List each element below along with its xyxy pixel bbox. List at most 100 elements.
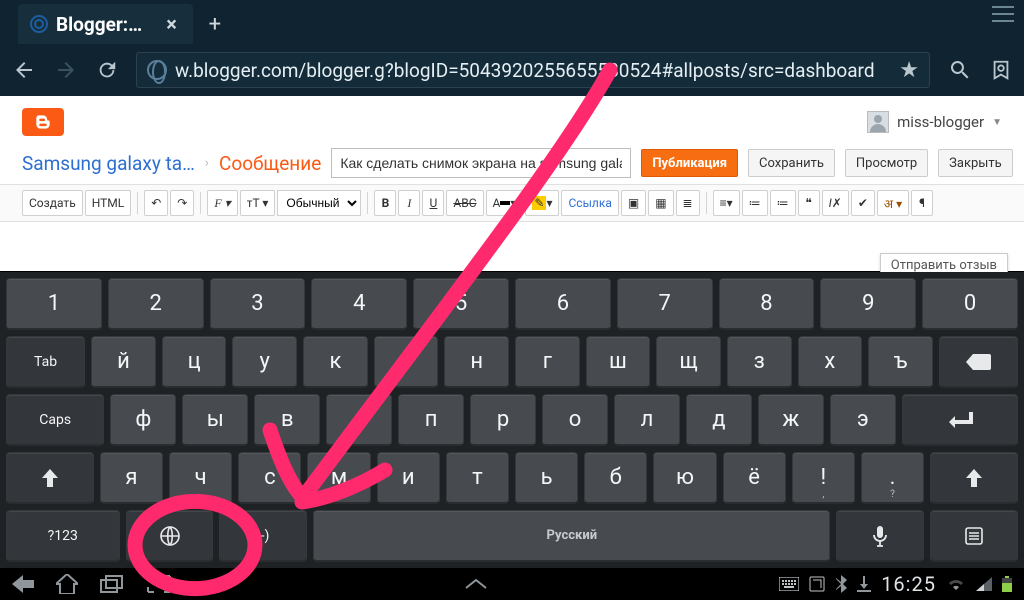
publish-button[interactable]: Публикация [641, 149, 738, 177]
key-0[interactable]: 0 [922, 278, 1018, 330]
breadcrumb-blog[interactable]: Samsung galaxy ta… [22, 152, 195, 175]
browser-menu-icon[interactable] [992, 6, 1014, 22]
key-4[interactable]: 4 [311, 278, 407, 330]
search-icon[interactable] [948, 58, 972, 82]
key-ж[interactable]: ж [758, 394, 824, 446]
key-щ[interactable]: щ [656, 336, 721, 388]
key-punct[interactable]: !, [792, 452, 855, 504]
key-9[interactable]: 9 [820, 278, 916, 330]
key-ъ[interactable]: ъ [868, 336, 933, 388]
bookmarks-icon[interactable] [990, 58, 1012, 82]
key-7[interactable]: 7 [617, 278, 713, 330]
back-button[interactable] [12, 58, 36, 82]
breadcrumb-section[interactable]: Сообщение [219, 152, 321, 175]
key-у[interactable]: у [232, 336, 297, 388]
key-р[interactable]: р [470, 394, 536, 446]
key-в[interactable]: в [254, 394, 320, 446]
key-о[interactable]: о [542, 394, 608, 446]
list-ul-button[interactable]: ≔ [770, 190, 796, 216]
key-ё[interactable]: ё [723, 452, 786, 504]
blogger-logo[interactable] [22, 108, 64, 136]
key-language[interactable] [126, 510, 214, 562]
key-з[interactable]: з [727, 336, 792, 388]
font-family-select[interactable]: F ▾ [207, 190, 237, 216]
save-button[interactable]: Сохранить [748, 149, 835, 177]
account-menu[interactable]: miss-blogger ▼ [867, 111, 1002, 133]
highlight-button[interactable]: ✎▾ [525, 190, 559, 216]
new-tab-button[interactable]: + [193, 4, 237, 44]
key-ы[interactable]: ы [182, 394, 248, 446]
strike-button[interactable]: ABC [446, 190, 483, 216]
ltr-rtl-button[interactable]: ¶ [911, 190, 933, 216]
spellcheck-button[interactable]: ✔ [851, 190, 875, 216]
heading-select[interactable]: Обычный [277, 190, 361, 216]
quote-button[interactable]: ❝ [798, 190, 820, 216]
link-button[interactable]: Ссылка [561, 190, 618, 216]
bookmark-star-icon[interactable]: ★ [899, 58, 919, 83]
key-6[interactable]: 6 [515, 278, 611, 330]
key-и[interactable]: и [377, 452, 440, 504]
post-title-input[interactable] [331, 148, 631, 178]
text-color-button[interactable]: A▾ [486, 190, 524, 216]
html-tab[interactable]: HTML [85, 190, 132, 216]
reload-button[interactable] [96, 59, 118, 81]
list-ol-button[interactable]: ≔ [742, 190, 768, 216]
key-enter[interactable] [902, 394, 1018, 446]
key-ш[interactable]: ш [586, 336, 651, 388]
nav-screenshot-soft[interactable] [146, 574, 172, 594]
key-ч[interactable]: ч [169, 452, 232, 504]
key-п[interactable]: п [398, 394, 464, 446]
key-ю[interactable]: ю [653, 452, 716, 504]
key-5[interactable]: 5 [413, 278, 509, 330]
key-б[interactable]: б [584, 452, 647, 504]
underline-button[interactable]: U [422, 190, 444, 216]
close-button[interactable]: Закрыть [938, 149, 1013, 177]
remove-format-button[interactable]: I✗ [822, 190, 849, 216]
key-shift-left[interactable] [6, 452, 94, 504]
key-1[interactable]: 1 [6, 278, 102, 330]
key-т[interactable]: т [446, 452, 509, 504]
key-а[interactable]: а [326, 394, 392, 446]
key-э[interactable]: э [830, 394, 896, 446]
bold-button[interactable]: B [374, 190, 396, 216]
key-tab[interactable]: Tab [6, 336, 85, 388]
key-settings[interactable] [930, 510, 1018, 562]
key-с[interactable]: с [238, 452, 301, 504]
key-3[interactable]: 3 [210, 278, 306, 330]
video-button[interactable]: ▦ [648, 190, 673, 216]
tab-close-icon[interactable]: × [166, 12, 177, 36]
key-8[interactable]: 8 [719, 278, 815, 330]
italic-button[interactable]: I [398, 190, 420, 216]
key-caps[interactable]: Caps [6, 394, 104, 446]
key-2[interactable]: 2 [108, 278, 204, 330]
key-backspace[interactable] [939, 336, 1018, 388]
transliteration-button[interactable]: अ ▾ [877, 190, 909, 216]
font-size-select[interactable]: тТ ▾ [240, 190, 276, 216]
key-х[interactable]: х [798, 336, 863, 388]
key-д[interactable]: д [686, 394, 752, 446]
nav-recent-soft[interactable] [100, 575, 124, 593]
key-г[interactable]: г [515, 336, 580, 388]
browser-tab[interactable]: Blogger:… × [18, 4, 193, 44]
key-м[interactable]: м [307, 452, 370, 504]
key-ф[interactable]: ф [110, 394, 176, 446]
redo-icon[interactable]: ↷ [170, 190, 194, 216]
key-space[interactable]: Русский [313, 510, 830, 562]
url-bar[interactable]: w.blogger.com/blogger.g?blogID=504392025… [136, 52, 930, 88]
key-ц[interactable]: ц [162, 336, 227, 388]
expand-up-icon[interactable] [464, 578, 488, 590]
key-я[interactable]: я [100, 452, 163, 504]
key-punct[interactable]: .? [861, 452, 924, 504]
key-symbols[interactable]: ?123 [6, 510, 120, 562]
key-й[interactable]: й [91, 336, 156, 388]
key-к[interactable]: к [303, 336, 368, 388]
undo-icon[interactable]: ↶ [144, 190, 168, 216]
align-button[interactable]: ≡▾ [713, 190, 740, 216]
compose-tab[interactable]: Создать [22, 190, 83, 216]
nav-home-soft[interactable] [56, 574, 78, 594]
key-л[interactable]: л [614, 394, 680, 446]
key-ь[interactable]: ь [515, 452, 578, 504]
key-voice[interactable] [836, 510, 924, 562]
image-button[interactable]: ▣ [621, 190, 646, 216]
key-shift-right[interactable] [930, 452, 1018, 504]
